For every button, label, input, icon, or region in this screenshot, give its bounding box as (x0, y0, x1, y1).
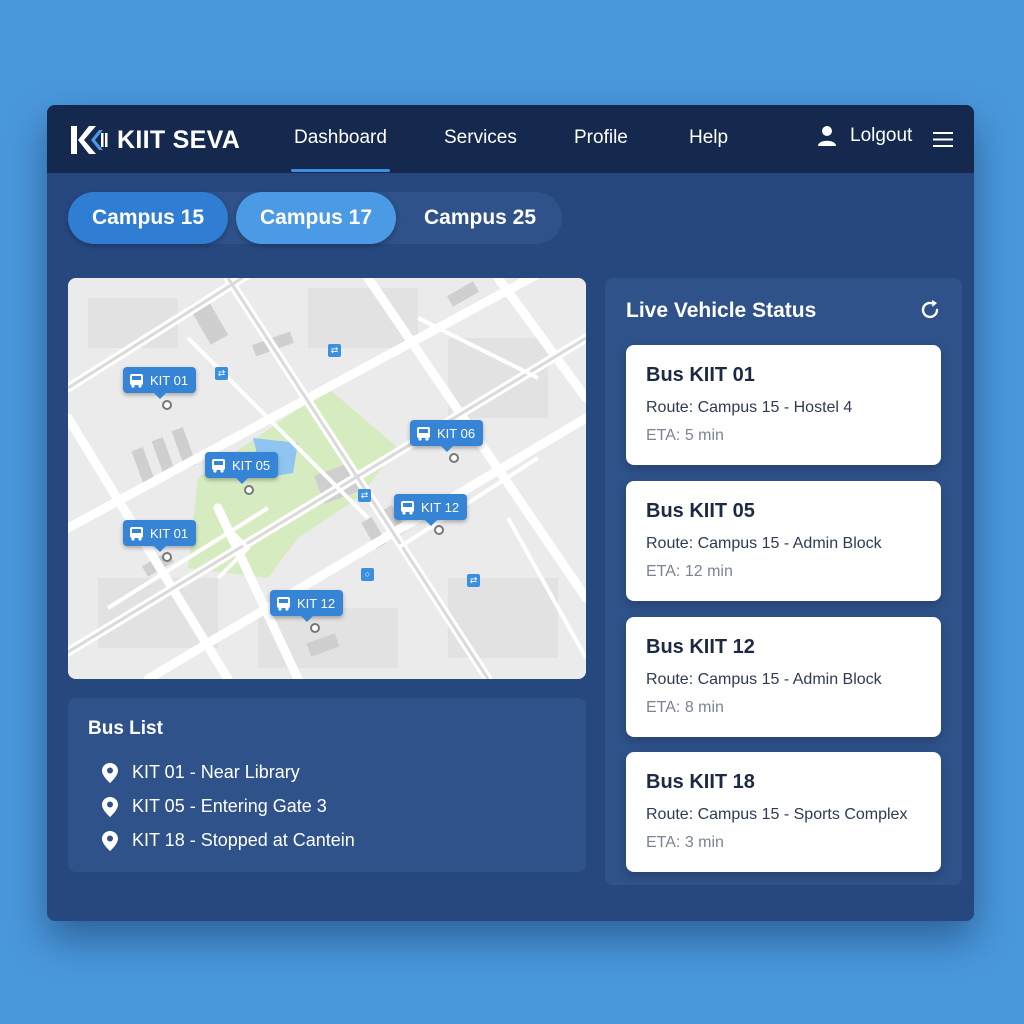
bus-marker-label: KIT 01 (150, 372, 189, 388)
bus-stop-dot[interactable] (162, 400, 172, 410)
vehicle-card[interactable]: Bus KIIT 18 Route: Campus 15 - Sports Co… (626, 752, 941, 872)
bus-list-text: KIT 01 - Near Library (132, 762, 300, 782)
bus-icon (130, 526, 143, 541)
location-pin-icon (102, 762, 118, 783)
bus-stop-dot[interactable] (162, 552, 172, 562)
poi-icon[interactable]: ○ (361, 568, 374, 581)
bus-marker[interactable]: KIT 01 (123, 367, 197, 399)
tab-campus-15[interactable]: Campus 15 (68, 192, 228, 244)
nav-services[interactable]: Services (444, 127, 517, 149)
bus-list-text: KIT 18 - Stopped at Cantein (132, 830, 355, 850)
bus-list-title: Bus List (88, 718, 163, 739)
bus-marker-label: KIT 01 (150, 525, 189, 541)
vehicle-card-title: Bus KIIT 12 (646, 636, 755, 658)
nav-profile[interactable]: Profile (574, 127, 628, 149)
vehicle-card-eta: ETA: 12 min (646, 563, 733, 580)
nav-help[interactable]: Help (689, 127, 728, 149)
tab-campus-25[interactable]: Campus 25 (398, 192, 562, 244)
vehicle-card-route: Route: Campus 15 - Admin Block (646, 671, 882, 688)
app-name: KIIT SEVA (117, 125, 241, 154)
kiit-logo-icon (71, 126, 108, 154)
poi-icon[interactable]: ⇄ (328, 344, 341, 357)
user-icon (818, 126, 836, 146)
bus-marker[interactable]: KIT 12 (394, 494, 468, 526)
location-pin-icon (102, 830, 118, 851)
bus-marker-label: KIT 12 (297, 595, 336, 611)
bus-marker-label: KIT 06 (437, 425, 476, 441)
refresh-icon[interactable] (919, 299, 941, 321)
top-navbar: KIIT SEVA Dashboard Services Profile Hel… (47, 105, 974, 173)
bus-icon (277, 596, 290, 611)
vehicle-card-title: Bus KIIT 01 (646, 364, 755, 386)
vehicle-card-eta: ETA: 8 min (646, 699, 724, 716)
bus-icon (130, 373, 143, 388)
bus-marker[interactable]: KIT 06 (410, 420, 484, 452)
bus-list-text: KIT 05 - Entering Gate 3 (132, 796, 327, 816)
map-base-layer (68, 278, 586, 679)
list-item[interactable]: KIT 01 - Near Library (102, 762, 300, 783)
bus-stop-dot[interactable] (244, 485, 254, 495)
poi-icon[interactable]: ⇄ (467, 574, 480, 587)
logout-button[interactable]: Lolgout (817, 125, 912, 147)
vehicle-card-eta: ETA: 3 min (646, 834, 724, 851)
bus-stop-dot[interactable] (434, 525, 444, 535)
bus-icon (417, 426, 430, 441)
app-window: KIIT SEVA Dashboard Services Profile Hel… (47, 105, 974, 921)
live-status-title: Live Vehicle Status (626, 299, 817, 322)
vehicle-card-title: Bus KIIT 05 (646, 500, 755, 522)
bus-marker[interactable]: KIT 05 (205, 452, 279, 484)
campus-tabs: Campus 15 Campus 17 Campus 25 (68, 192, 562, 244)
vehicle-card[interactable]: Bus KIIT 12 Route: Campus 15 - Admin Blo… (626, 617, 941, 737)
bus-stop-dot[interactable] (449, 453, 459, 463)
vehicle-card-route: Route: Campus 15 - Sports Complex (646, 806, 908, 823)
vehicle-card-route: Route: Campus 15 - Hostel 4 (646, 399, 853, 416)
vehicle-card-route: Route: Campus 15 - Admin Block (646, 535, 882, 552)
bus-icon (401, 500, 414, 515)
poi-icon[interactable]: ⇄ (215, 367, 228, 380)
hamburger-menu-icon[interactable] (933, 131, 953, 148)
vehicle-card[interactable]: Bus KIIT 05 Route: Campus 15 - Admin Blo… (626, 481, 941, 601)
live-vehicle-status-panel: Live Vehicle Status Bus KIIT 01 Route: C… (605, 278, 962, 885)
bus-marker[interactable]: KIT 12 (270, 590, 344, 622)
location-pin-icon (102, 796, 118, 817)
bus-marker-label: KIT 12 (421, 499, 460, 515)
bus-list-panel: Bus List KIT 01 - Near Library KIT 05 - … (68, 698, 586, 872)
list-item[interactable]: KIT 05 - Entering Gate 3 (102, 796, 327, 817)
list-item[interactable]: KIT 18 - Stopped at Cantein (102, 830, 355, 851)
tab-campus-17[interactable]: Campus 17 (236, 192, 396, 244)
bus-marker-label: KIT 05 (232, 457, 271, 473)
brand[interactable]: KIIT SEVA (69, 124, 240, 156)
poi-icon[interactable]: ⇄ (358, 489, 371, 502)
bus-marker[interactable]: KIT 01 (123, 520, 197, 552)
vehicle-card[interactable]: Bus KIIT 01 Route: Campus 15 - Hostel 4 … (626, 345, 941, 465)
bus-stop-dot[interactable] (310, 623, 320, 633)
campus-map[interactable]: ⇄ ⇄ ⇄ ○ ⇄ KIT 01 KIT 05 KIT 06 KIT 12 KI… (68, 278, 586, 679)
vehicle-card-title: Bus KIIT 18 (646, 771, 755, 793)
vehicle-card-eta: ETA: 5 min (646, 427, 724, 444)
bus-icon (212, 458, 225, 473)
nav-dashboard[interactable]: Dashboard (291, 127, 390, 172)
logout-label: Lolgout (850, 125, 913, 146)
